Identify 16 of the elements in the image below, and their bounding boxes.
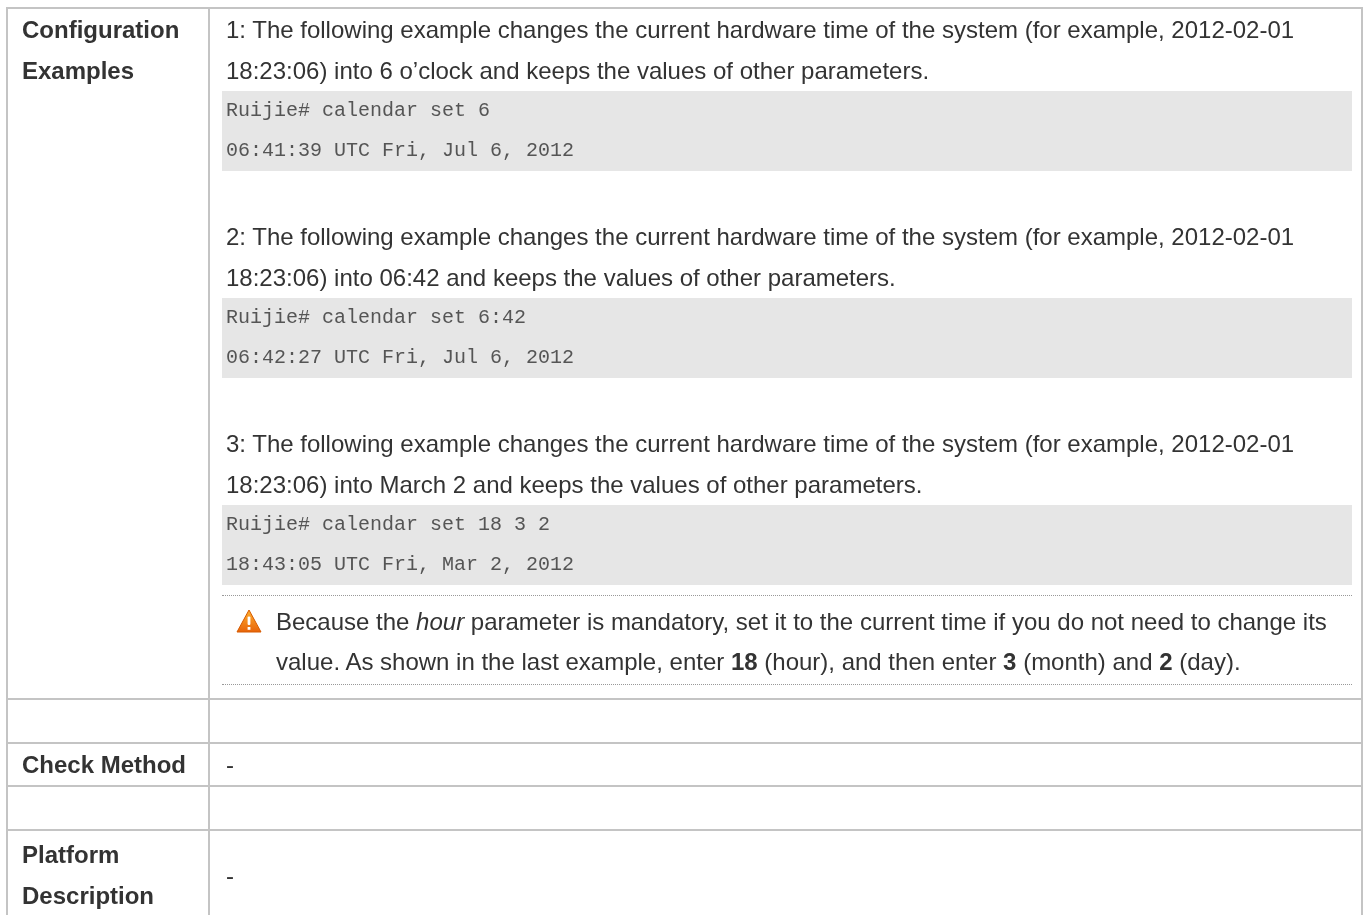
description-text: 2: The following example changes the current hardware time of the system (for example, 2012-02-01 18:23:06) into 06:42 and keeps the values of other parameters. [225,222,1296,293]
warning-icon [236,609,262,633]
code-line: 06:42:27 UTC Fri, Jul 6, 2012 [226,345,576,371]
description-text: - [225,860,235,891]
description-text: - [225,750,235,780]
code-line: Ruijie# calendar set 6:42 [226,305,528,331]
description-text: 1: The following example changes the current hardware time of the system (for example, 2012-02-01 18:23:06) into 6 o’clock and keeps the values of other parameters. [225,15,1296,86]
row-label: Check Method [22,750,186,780]
warning-text: Because the hour parameter is mandatory, set it to the current time if you do not need to change its value. As shown in the last example, enter 18 (hour), and then enter 3 (month) and 2 (day). [276,607,1328,677]
description-text: 3: The following example changes the current hardware time of the system (for example, 2012-02-01 18:23:06) into March 2 and keeps the values of other parameters. [225,429,1296,500]
code-line: 18:43:05 UTC Fri, Mar 2, 2012 [226,552,576,578]
row-label: Platform Description [22,840,156,911]
code-line: Ruijie# calendar set 18 3 2 [226,512,552,538]
row-label: Configuration Examples [22,15,181,86]
code-line: 06:41:39 UTC Fri, Jul 6, 2012 [226,138,576,164]
code-line: Ruijie# calendar set 6 [226,98,492,124]
